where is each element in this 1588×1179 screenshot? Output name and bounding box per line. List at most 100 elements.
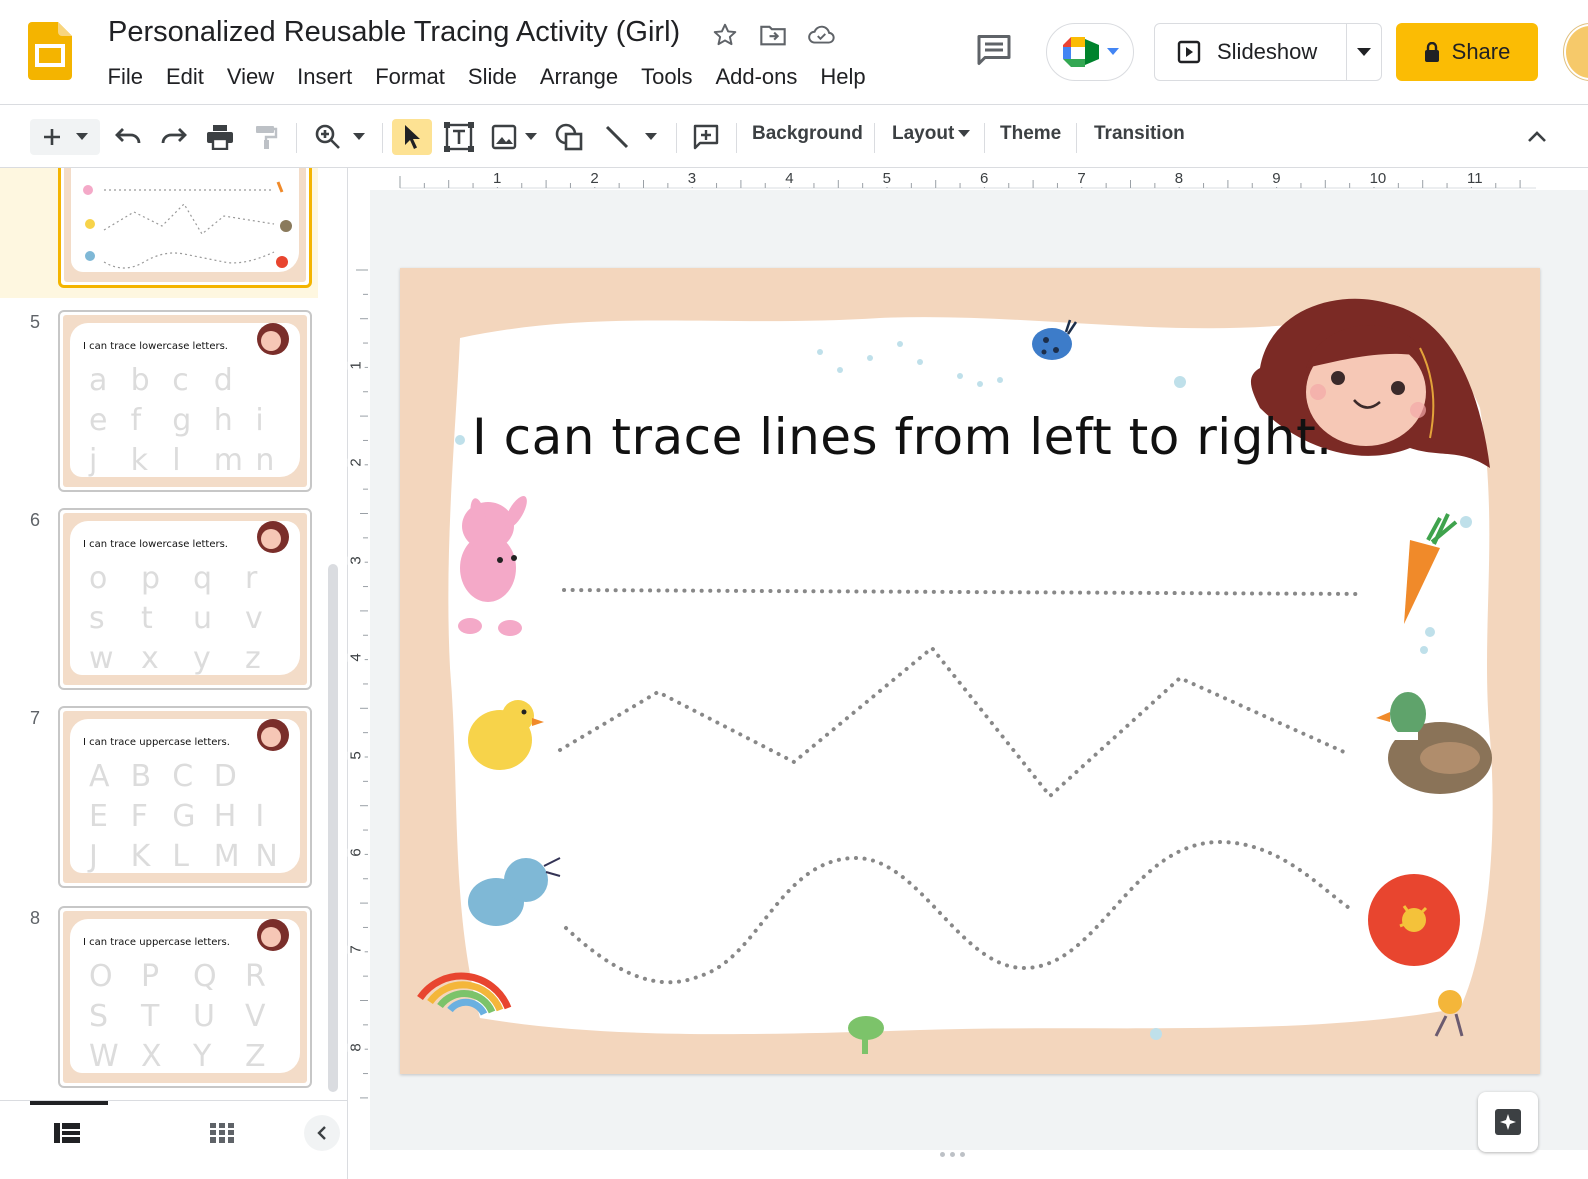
ruler-label: 9: [1270, 170, 1283, 187]
thumbnail-title: I can trace uppercase letters.: [83, 737, 230, 748]
letter: K: [130, 839, 151, 874]
chevron-down-icon: [1107, 48, 1119, 55]
toolbar-divider: [874, 123, 875, 153]
menu-slide[interactable]: Slide: [456, 62, 528, 92]
print-icon: [207, 125, 233, 150]
menu-tools[interactable]: Tools: [630, 62, 704, 92]
zoom-button[interactable]: [308, 119, 372, 155]
menu-arrange[interactable]: Arrange: [528, 62, 629, 92]
menu-file[interactable]: File: [96, 62, 154, 92]
letter: c: [172, 363, 189, 398]
letter: W: [89, 1039, 119, 1074]
letter: E: [89, 799, 108, 834]
thumbnail-letters: A B C D E F G H I J K L M N: [89, 759, 297, 875]
slide-number: 5: [30, 312, 41, 332]
slide-title[interactable]: I can trace lines from left to right.: [472, 408, 1333, 466]
slideshow-options-button[interactable]: [1347, 24, 1381, 80]
horizontal-ruler[interactable]: 1 2 3 4 5 6 7 8 9 10 11: [370, 168, 1588, 190]
letter: w: [89, 641, 114, 676]
plus-icon: [44, 129, 60, 145]
letter: l: [172, 443, 181, 478]
slide-thumbnail-8[interactable]: I can trace uppercase letters. O P Q R S…: [58, 906, 312, 1088]
speaker-notes-handle[interactable]: [940, 1152, 965, 1157]
undo-button[interactable]: [110, 119, 146, 155]
share-button[interactable]: Share: [1396, 23, 1538, 81]
redo-button[interactable]: [156, 119, 192, 155]
slideshow-button[interactable]: Slideshow: [1155, 24, 1347, 80]
add-comment-button[interactable]: [688, 119, 724, 155]
letter: M: [213, 839, 240, 874]
grid-view-icon[interactable]: [210, 1123, 234, 1143]
move-to-folder-icon[interactable]: [758, 20, 788, 50]
line-icon: [605, 125, 629, 149]
letter: Q: [193, 959, 217, 994]
filmstrip: 5 I can trace lowercase letters. a b c d…: [0, 168, 348, 1100]
ruler-label: 6: [978, 170, 991, 187]
layout-button[interactable]: Layout: [892, 123, 971, 145]
menu-view[interactable]: View: [215, 62, 285, 92]
comments-button[interactable]: [972, 30, 1016, 70]
toolbar-divider: [676, 123, 677, 153]
transition-button[interactable]: Transition: [1094, 123, 1185, 145]
menu-help[interactable]: Help: [809, 62, 877, 92]
meet-icon: [1063, 37, 1099, 67]
menu-bar: File Edit View Insert Format Slide Arran…: [96, 62, 877, 92]
insert-image-button[interactable]: [486, 119, 542, 155]
ruler-label: 5: [880, 170, 893, 187]
slide-artwork: [417, 298, 1493, 1054]
letter: U: [193, 999, 215, 1034]
ruler-label: 5: [347, 750, 365, 760]
slide-thumbnail-4[interactable]: [58, 168, 312, 288]
filmstrip-scrollbar[interactable]: [328, 564, 338, 1092]
ruler-label: 1: [347, 361, 365, 370]
cursor-icon: [405, 125, 420, 149]
letter: s: [89, 601, 105, 636]
select-tool-button[interactable]: [392, 119, 432, 155]
letter: u: [193, 601, 213, 636]
shape-button[interactable]: [550, 119, 588, 155]
theme-button[interactable]: Theme: [1000, 123, 1061, 145]
line-button[interactable]: [598, 119, 662, 155]
menu-addons[interactable]: Add-ons: [704, 62, 809, 92]
text-box-icon: [444, 122, 474, 152]
cloud-saved-icon[interactable]: [806, 20, 836, 50]
text-box-button[interactable]: [440, 119, 478, 155]
app-header: Personalized Reusable Tracing Activity (…: [0, 0, 1588, 104]
meet-button[interactable]: [1046, 23, 1134, 81]
toolbar-divider: [296, 123, 297, 153]
print-button[interactable]: [202, 119, 238, 155]
slides-logo-icon[interactable]: [28, 22, 72, 80]
explore-sparkle-icon: [1495, 1109, 1521, 1135]
letter: y: [193, 641, 211, 676]
chevron-left-icon: [317, 1126, 326, 1140]
menu-format[interactable]: Format: [364, 62, 457, 92]
document-title[interactable]: Personalized Reusable Tracing Activity (…: [108, 16, 680, 49]
thumbnail-title: I can trace lowercase letters.: [83, 341, 228, 352]
avatar[interactable]: [1564, 24, 1588, 80]
ruler-ticks: [356, 269, 368, 1148]
vertical-ruler[interactable]: 1 2 3 4 5 6 7 8: [347, 190, 370, 1148]
menu-insert[interactable]: Insert: [286, 62, 364, 92]
chevron-down-icon: [353, 133, 365, 140]
letter: h: [213, 403, 233, 438]
menu-edit[interactable]: Edit: [154, 62, 215, 92]
explore-button[interactable]: [1478, 1092, 1538, 1152]
current-slide[interactable]: I can trace lines from left to right.: [400, 268, 1540, 1074]
slide-thumbnail-7[interactable]: I can trace uppercase letters. A B C D E…: [58, 706, 312, 888]
paint-format-button[interactable]: [248, 119, 284, 155]
letter: V: [245, 999, 266, 1034]
collapse-filmstrip-button[interactable]: [304, 1115, 340, 1151]
ruler-label: 7: [347, 945, 365, 955]
letter: a: [89, 363, 108, 398]
chevron-down-icon: [76, 133, 88, 140]
letter: J: [89, 839, 98, 874]
slide-thumbnail-5[interactable]: I can trace lowercase letters. a b c d e…: [58, 310, 312, 492]
new-slide-button[interactable]: [30, 119, 100, 155]
background-button[interactable]: Background: [752, 123, 863, 145]
ruler-label: 8: [1172, 170, 1186, 187]
filmstrip-view-icon[interactable]: [54, 1123, 80, 1143]
image-icon: [491, 124, 517, 150]
collapse-toolbar-button[interactable]: [1520, 119, 1554, 155]
slide-thumbnail-6[interactable]: I can trace lowercase letters. o p q r s…: [58, 508, 312, 690]
star-icon[interactable]: [710, 20, 740, 50]
